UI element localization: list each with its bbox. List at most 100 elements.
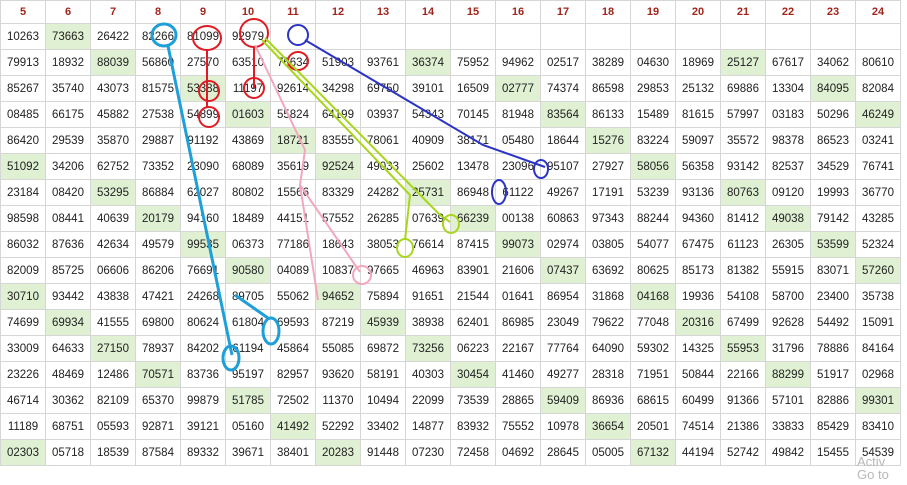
grid-cell: 57552 [315,205,361,232]
grid-cell: 85725 [45,257,91,284]
grid-cell: 25731 [405,179,451,206]
grid-cell: 13478 [450,153,496,180]
grid-cell: 51785 [225,387,271,414]
grid-cell: 57260 [855,257,901,284]
grid-cell: 82084 [855,75,901,102]
grid-cell: 39671 [225,439,271,466]
grid-cell: 14877 [405,413,451,440]
grid-cell: 26285 [360,205,406,232]
grid-cell: 94360 [675,205,721,232]
grid-cell: 22099 [405,387,451,414]
grid-cell: 35738 [855,283,901,310]
grid-cell: 18539 [90,439,136,466]
grid-cell: 75552 [495,413,541,440]
grid-cell: 03241 [855,127,901,154]
grid-cell: 19993 [810,179,856,206]
grid-cell: 88039 [90,49,136,76]
grid-cell: 66239 [450,205,496,232]
grid-row: 33009 64633 27150 78937 84202 61194 45864 55085… [0,335,901,362]
grid-cell: 03183 [765,101,811,128]
grid-cell: 83901 [450,257,496,284]
grid-cell: 46714 [0,387,46,414]
grid-cell: 83410 [855,413,901,440]
grid-cell: 38938 [405,309,451,336]
grid-cell: 92614 [270,75,316,102]
grid-cell: 18721 [270,127,316,154]
grid-cell: 36374 [405,49,451,76]
grid-cell: 61123 [720,231,766,258]
grid-cell: 59302 [630,335,676,362]
grid-cell: 38053 [360,231,406,258]
column-header: 22 [765,0,811,24]
grid-cell: 34529 [810,153,856,180]
grid-cell: 82886 [810,387,856,414]
grid-cell: 93761 [360,49,406,76]
grid-cell [315,23,361,50]
grid-cell [270,23,316,50]
column-header: 20 [675,0,721,24]
grid-cell: 12486 [90,361,136,388]
grid-cell: 68615 [630,387,676,414]
grid-cell: 76691 [180,257,226,284]
grid-cell: 79622 [585,309,631,336]
grid-cell: 06223 [450,335,496,362]
grid-cell: 97343 [585,205,631,232]
grid-cell: 51917 [810,361,856,388]
grid-cell: 83736 [180,361,226,388]
grid-cell: 58191 [360,361,406,388]
grid-cell: 94652 [315,283,361,310]
grid-cell: 62752 [90,153,136,180]
grid-cell: 81615 [675,101,721,128]
grid-cell: 55915 [765,257,811,284]
grid-cell: 18489 [225,205,271,232]
grid-cell: 28865 [495,387,541,414]
grid-cell: 73352 [135,153,181,180]
grid-cell: 86936 [585,387,631,414]
grid-cell [675,23,721,50]
grid-cell: 38289 [585,49,631,76]
grid-cell: 54108 [720,283,766,310]
grid-cell: 73663 [45,23,91,50]
grid-cell: 43285 [855,205,901,232]
grid-cell: 41492 [270,413,316,440]
grid-cell: 44151 [270,205,316,232]
grid-cell: 86420 [0,127,46,154]
grid-cell: 29853 [630,75,676,102]
grid-cell: 87636 [45,231,91,258]
grid-cell: 53599 [810,231,856,258]
grid-cell: 10837 [315,257,361,284]
grid-cell: 91448 [360,439,406,466]
grid-cell: 36770 [855,179,901,206]
grid-cell: 18644 [540,127,586,154]
grid-cell: 35619 [270,153,316,180]
grid-cell: 40303 [405,361,451,388]
grid-cell: 20179 [135,205,181,232]
grid-cell: 74374 [540,75,586,102]
grid-cell: 69593 [270,309,316,336]
grid-cell: 49277 [540,361,586,388]
grid-cell: 23226 [0,361,46,388]
grid-cell: 57101 [765,387,811,414]
grid-cell: 26305 [765,231,811,258]
grid-cell: 49842 [765,439,811,466]
grid-cell: 82537 [765,153,811,180]
grid-cell: 33833 [765,413,811,440]
grid-cell: 24268 [180,283,226,310]
column-header: 23 [810,0,856,24]
grid-cell: 86954 [540,283,586,310]
grid-cell: 64633 [45,335,91,362]
grid-cell: 60499 [675,387,721,414]
grid-cell: 67475 [675,231,721,258]
grid-cell: 94962 [495,49,541,76]
grid-cell: 17191 [585,179,631,206]
grid-cell: 05160 [225,413,271,440]
grid-cell: 09120 [765,179,811,206]
grid-cell: 11189 [0,413,46,440]
grid-cell: 10263 [0,23,46,50]
grid-cell: 45864 [270,335,316,362]
grid-cell: 63692 [585,257,631,284]
grid-cell [360,23,406,50]
grid-cell: 92628 [765,309,811,336]
grid-cell: 92524 [315,153,361,180]
grid-cell: 78937 [135,335,181,362]
